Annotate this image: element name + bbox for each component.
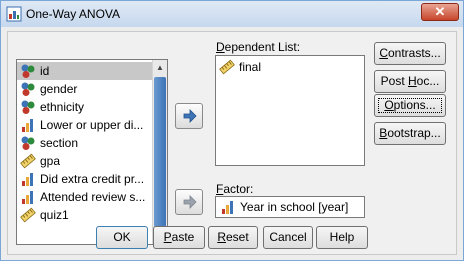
window-title: One-Way ANOVA bbox=[26, 7, 121, 21]
cancel-button[interactable]: Cancel bbox=[263, 226, 313, 249]
dependent-list[interactable]: final bbox=[215, 55, 365, 166]
dialog-body: id gender ethnicity Lower or upper di... sec… bbox=[7, 31, 457, 255]
variable-label: quiz1 bbox=[40, 208, 69, 222]
contrasts-button[interactable]: Contrasts... bbox=[374, 42, 446, 65]
variable-item[interactable]: gender bbox=[17, 80, 152, 98]
dependent-list-label: Dependent List: bbox=[216, 40, 301, 54]
one-way-anova-dialog: One-Way ANOVA ✕ id gender ethnicity Lower o… bbox=[0, 0, 464, 261]
button-mnemonic: P bbox=[163, 230, 172, 244]
variable-label: ethnicity bbox=[40, 100, 85, 114]
scroll-up-icon[interactable]: ▲ bbox=[154, 61, 166, 75]
variable-item[interactable]: id bbox=[17, 62, 152, 80]
close-icon: ✕ bbox=[434, 4, 446, 19]
variable-label: id bbox=[40, 64, 50, 78]
scale-icon bbox=[219, 59, 235, 75]
ordinal-icon bbox=[20, 189, 36, 205]
variable-item[interactable]: Attended review s... bbox=[17, 188, 152, 206]
scale-icon bbox=[20, 153, 36, 169]
variable-item[interactable]: quiz1 bbox=[17, 206, 152, 224]
move-to-dependent-button[interactable] bbox=[175, 103, 203, 129]
variable-item[interactable]: section bbox=[17, 134, 152, 152]
button-label: ptions... bbox=[393, 98, 436, 112]
variable-list[interactable]: id gender ethnicity Lower or upper di... sec… bbox=[16, 59, 168, 245]
variable-label: Attended review s... bbox=[40, 190, 146, 204]
variable-item[interactable]: Lower or upper di... bbox=[17, 116, 152, 134]
button-mnemonic: O bbox=[384, 98, 394, 112]
button-label-prefix: Post bbox=[380, 74, 408, 88]
button-label: ootstrap... bbox=[387, 126, 441, 140]
factor-value: Year in school [year] bbox=[240, 200, 349, 214]
button-mnemonic: R bbox=[217, 230, 226, 244]
variable-label: Lower or upper di... bbox=[40, 118, 144, 132]
variable-label: gpa bbox=[40, 154, 61, 168]
variable-list-scrollbar[interactable]: ▲ ▼ bbox=[152, 60, 167, 244]
variable-label: Did extra credit pr... bbox=[40, 172, 145, 186]
title-bar[interactable]: One-Way ANOVA ✕ bbox=[1, 1, 463, 27]
dependent-item-label: final bbox=[239, 60, 262, 74]
button-label: ontrasts... bbox=[387, 46, 441, 60]
button-label: OK bbox=[113, 230, 131, 244]
right-arrow-icon bbox=[183, 109, 197, 123]
ok-button[interactable]: OK bbox=[96, 226, 148, 249]
paste-button[interactable]: Paste bbox=[153, 226, 205, 249]
variable-item[interactable]: Did extra credit pr... bbox=[17, 170, 152, 188]
close-button[interactable]: ✕ bbox=[421, 3, 459, 21]
reset-button[interactable]: Reset bbox=[208, 226, 258, 249]
help-button[interactable]: Help bbox=[316, 226, 368, 249]
variable-label: section bbox=[40, 136, 79, 150]
bootstrap-button[interactable]: Bootstrap... bbox=[374, 122, 446, 145]
move-to-factor-button[interactable] bbox=[175, 189, 203, 215]
button-label: Cancel bbox=[269, 230, 307, 244]
right-arrow-icon bbox=[183, 195, 197, 209]
variable-item[interactable]: gpa bbox=[17, 152, 152, 170]
button-mnemonic: H bbox=[408, 74, 417, 88]
variable-label: gender bbox=[40, 82, 78, 96]
nominal-icon bbox=[20, 99, 36, 115]
ordinal-icon bbox=[20, 117, 36, 133]
button-label: Help bbox=[329, 230, 355, 244]
post-hoc-button[interactable]: Post Hoc... bbox=[374, 70, 446, 93]
anova-app-icon bbox=[6, 6, 22, 22]
scale-icon bbox=[20, 207, 36, 223]
button-label: aste bbox=[171, 230, 195, 244]
factor-field[interactable]: Year in school [year] bbox=[215, 196, 365, 218]
dependent-item[interactable]: final bbox=[216, 58, 351, 76]
nominal-icon bbox=[20, 135, 36, 151]
nominal-icon bbox=[20, 81, 36, 97]
scroll-thumb[interactable] bbox=[154, 77, 166, 227]
button-label: oc... bbox=[416, 74, 440, 88]
ordinal-icon bbox=[222, 201, 233, 214]
nominal-icon bbox=[20, 63, 36, 79]
button-label: eset bbox=[225, 230, 249, 244]
factor-label: Factor: bbox=[216, 182, 254, 196]
options-button[interactable]: Options... bbox=[374, 94, 446, 117]
ordinal-icon bbox=[20, 171, 36, 187]
variable-item[interactable]: ethnicity bbox=[17, 98, 152, 116]
button-mnemonic: C bbox=[379, 46, 388, 60]
